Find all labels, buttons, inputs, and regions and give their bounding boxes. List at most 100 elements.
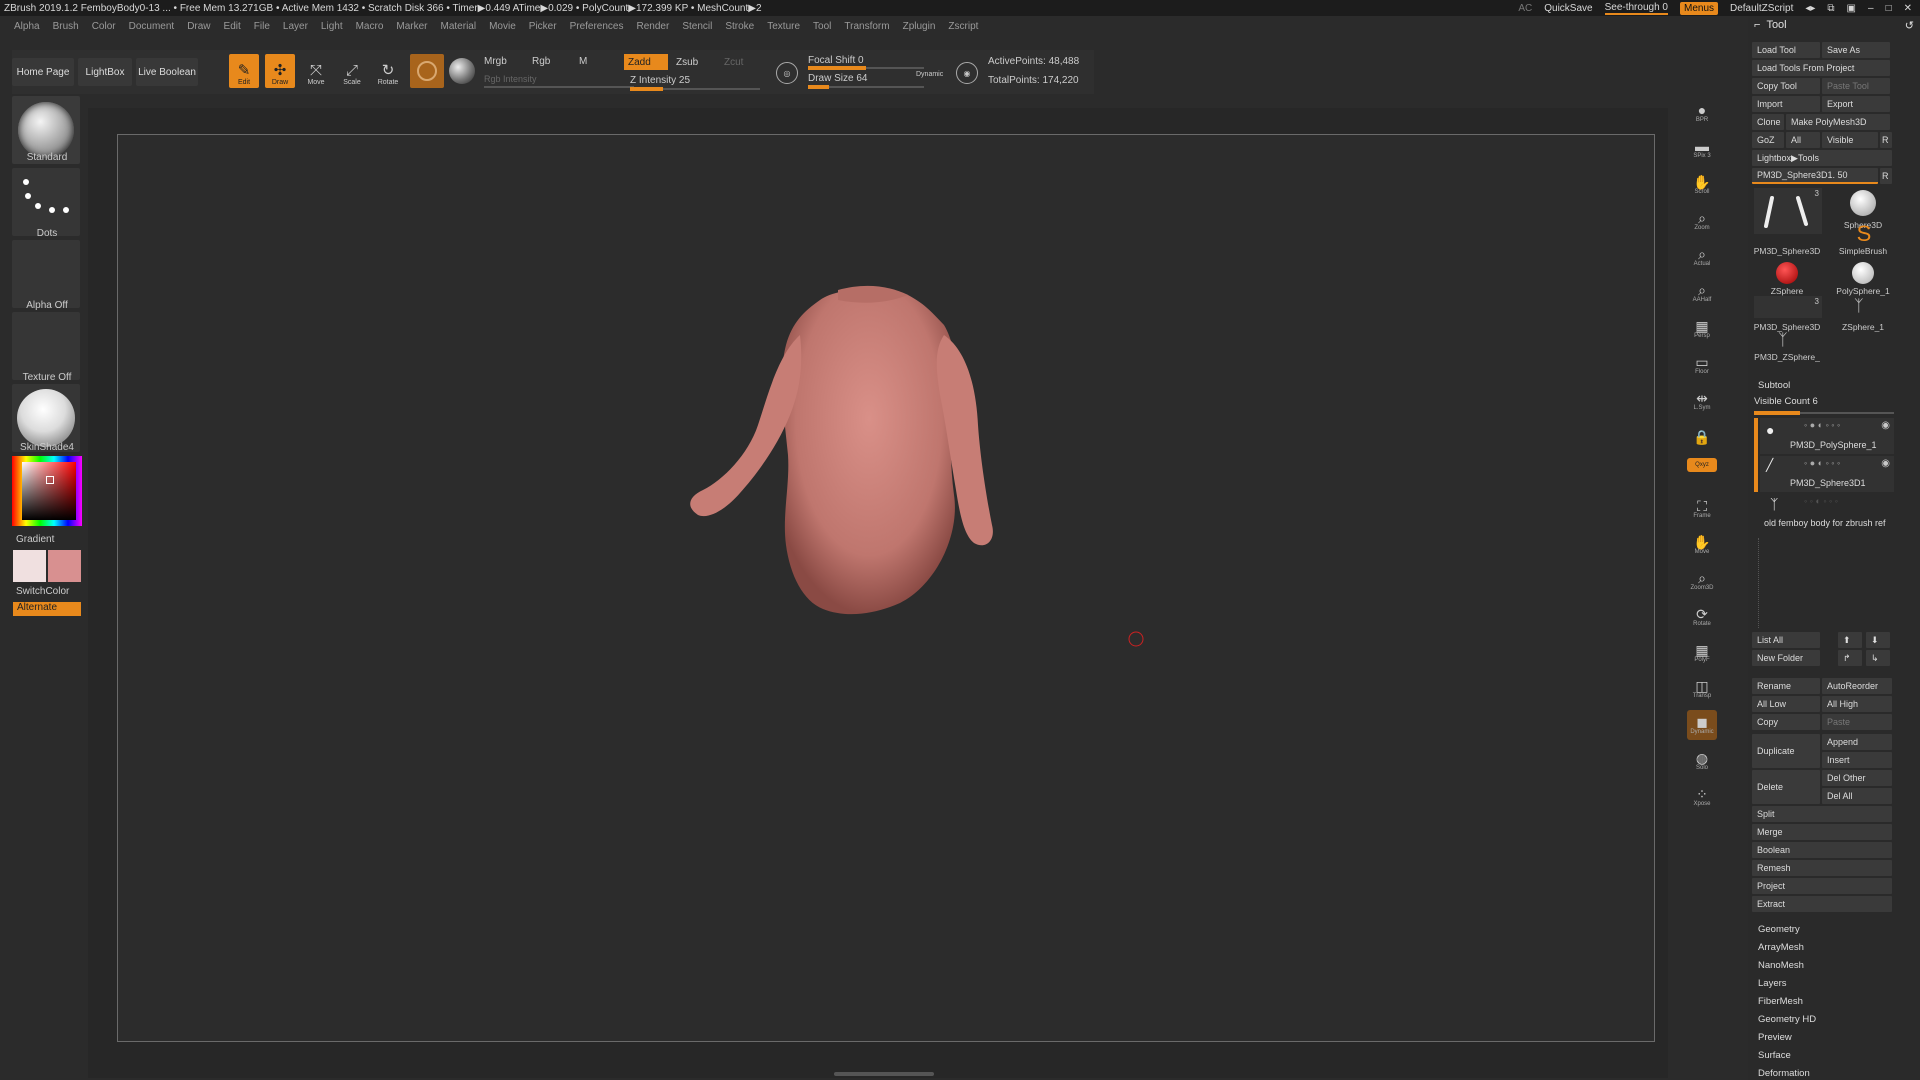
view-move-button[interactable]: ✋ Move xyxy=(1687,530,1717,560)
z-intensity-track[interactable] xyxy=(630,87,760,91)
menu-marker[interactable]: Marker xyxy=(396,21,427,32)
goz-button[interactable]: GoZ xyxy=(1752,132,1784,148)
zsphere-figure-thumb-icon[interactable]: ᛉ xyxy=(1854,298,1864,316)
menu-tool[interactable]: Tool xyxy=(813,21,831,32)
copy-tool-button[interactable]: Copy Tool xyxy=(1752,78,1820,94)
menu-zplugin[interactable]: Zplugin xyxy=(903,21,936,32)
clone-button[interactable]: Clone xyxy=(1752,114,1784,130)
view-lock-button[interactable]: 🔒 xyxy=(1687,422,1717,452)
viewport-canvas[interactable] xyxy=(117,134,1655,1042)
move-up-icon[interactable]: ⬆ xyxy=(1838,632,1862,648)
menu-alpha[interactable]: Alpha xyxy=(14,21,40,32)
zsphere-thumb-icon[interactable] xyxy=(1776,262,1798,284)
z-intensity-slider[interactable]: Z Intensity 25 xyxy=(630,75,690,86)
fibermesh-section[interactable]: FiberMesh xyxy=(1758,996,1803,1007)
alpha-selector[interactable] xyxy=(12,240,80,308)
alternate-button[interactable]: Alternate xyxy=(13,602,81,616)
subtool-toggles-icon[interactable]: ◦ ● ◐ ◦ ◦ ◦ xyxy=(1804,458,1840,468)
view-scroll-button[interactable]: ✋ Scroll xyxy=(1687,170,1717,200)
visible-count-slider[interactable]: Visible Count 6 xyxy=(1754,396,1818,407)
draw-button[interactable]: ✣ Draw xyxy=(265,54,295,88)
minimize-icon[interactable]: – xyxy=(1868,3,1874,14)
view-lsym-button[interactable]: ⇹ L.Sym xyxy=(1687,386,1717,416)
visibility-eye-icon[interactable]: ◉ xyxy=(1881,458,1890,469)
load-tools-from-project-button[interactable]: Load Tools From Project xyxy=(1752,60,1890,76)
merge-button[interactable]: Merge xyxy=(1752,824,1892,840)
canvas-horizontal-scrollbar[interactable] xyxy=(834,1072,934,1076)
del-all-button[interactable]: Del All xyxy=(1822,788,1892,804)
menu-file[interactable]: File xyxy=(254,21,270,32)
current-tool-slider[interactable]: PM3D_Sphere3D1. 50 xyxy=(1752,168,1878,184)
live-boolean-button[interactable]: Live Boolean xyxy=(136,58,198,86)
nanomesh-section[interactable]: NanoMesh xyxy=(1758,960,1804,971)
view-rotate-button[interactable]: ⟳ Rotate xyxy=(1687,602,1717,632)
layout-arrows-icon[interactable]: ◂▸ xyxy=(1805,3,1815,14)
model-render[interactable] xyxy=(118,135,1654,1041)
view-transp-button[interactable]: ◫ Transp xyxy=(1687,674,1717,704)
remesh-button[interactable]: Remesh xyxy=(1752,860,1892,876)
goz-all-button[interactable]: All xyxy=(1786,132,1820,148)
subtool-list-scrollbar[interactable] xyxy=(1758,538,1760,628)
view-aahalf-button[interactable]: ⌕ AAHalf xyxy=(1687,278,1717,308)
color-picker-square[interactable] xyxy=(22,462,76,520)
view-zoom3d-button[interactable]: ⌕ Zoom3D xyxy=(1687,566,1717,596)
layers-section[interactable]: Layers xyxy=(1758,978,1787,989)
home-page-button[interactable]: Home Page xyxy=(12,58,74,86)
m-button[interactable]: M xyxy=(579,56,587,67)
subtool-item[interactable]: ╱ ◦ ● ◐ ◦ ◦ ◦ ◉ PM3D_Sphere3D1 xyxy=(1760,456,1894,492)
menu-brush[interactable]: Brush xyxy=(53,21,79,32)
focal-shift-track[interactable] xyxy=(808,66,924,70)
export-button[interactable]: Export xyxy=(1822,96,1890,112)
texture-selector[interactable] xyxy=(12,312,80,380)
menu-draw[interactable]: Draw xyxy=(187,21,210,32)
zsub-button[interactable]: Zsub xyxy=(676,57,698,68)
subtool-item[interactable]: ᛉ ◦ ◦ ◐ ◦ ◦ ◦ old femboy body for zbrush… xyxy=(1760,494,1894,530)
lightbox-button[interactable]: LightBox xyxy=(78,58,132,86)
see-through-slider[interactable]: See-through 0 xyxy=(1604,2,1668,15)
visible-count-track[interactable] xyxy=(1754,411,1894,415)
left-arm-mesh[interactable] xyxy=(690,335,802,517)
windows-icon[interactable]: ⧉ xyxy=(1827,3,1834,14)
paste-button[interactable]: Paste xyxy=(1822,714,1892,730)
polysphere-thumb-icon[interactable] xyxy=(1852,262,1874,284)
menu-movie[interactable]: Movie xyxy=(489,21,516,32)
duplicate-button[interactable]: Duplicate xyxy=(1752,734,1820,768)
all-low-button[interactable]: All Low xyxy=(1752,696,1820,712)
view-solo-button[interactable]: ◍ Solo xyxy=(1687,746,1717,776)
load-tool-button[interactable]: Load Tool xyxy=(1752,42,1820,58)
draw-size-icon[interactable]: ◉ xyxy=(956,62,978,84)
copy-button[interactable]: Copy xyxy=(1752,714,1820,730)
move-down-icon[interactable]: ⬇ xyxy=(1866,632,1890,648)
append-button[interactable]: Append xyxy=(1822,734,1892,750)
draw-size-track[interactable] xyxy=(808,85,924,89)
geometry-hd-section[interactable]: Geometry HD xyxy=(1758,1014,1816,1025)
rgb-button[interactable]: Rgb xyxy=(532,56,550,67)
mrgb-button[interactable]: Mrgb xyxy=(484,56,507,67)
sphere3d-thumb-icon[interactable] xyxy=(1850,190,1876,216)
view-xpose-button[interactable]: ⁘ Xpose xyxy=(1687,782,1717,812)
tool-palette-undock-icon[interactable]: ↺ xyxy=(1905,19,1914,32)
view-frame-button[interactable]: ⛶ Frame xyxy=(1687,494,1717,524)
close-icon[interactable]: ✕ xyxy=(1904,3,1912,14)
lock-icon[interactable]: ▣ xyxy=(1847,3,1856,14)
default-zscript-button[interactable]: DefaultZScript xyxy=(1730,3,1793,14)
draw-size-slider[interactable]: Draw Size 64 xyxy=(808,73,867,84)
subtool-header[interactable]: Subtool xyxy=(1758,380,1790,391)
torso-mesh[interactable] xyxy=(782,288,956,615)
dynamic-toggle[interactable]: Dynamic xyxy=(916,71,943,78)
pm3d-zsphere-thumb-icon[interactable]: ᛉ xyxy=(1778,332,1788,350)
view-spix-button[interactable]: ▬ SPix 3 xyxy=(1687,134,1717,164)
menu-light[interactable]: Light xyxy=(321,21,343,32)
edit-button[interactable]: ✎ Edit xyxy=(229,54,259,88)
move-button[interactable]: ⤧ Move xyxy=(301,54,331,88)
lightbox-tools-button[interactable]: Lightbox▶Tools xyxy=(1752,150,1892,166)
project-button[interactable]: Project xyxy=(1752,878,1892,894)
menu-layer[interactable]: Layer xyxy=(283,21,308,32)
visibility-eye-icon[interactable]: ◉ xyxy=(1881,420,1890,431)
menu-macro[interactable]: Macro xyxy=(356,21,384,32)
preview-section[interactable]: Preview xyxy=(1758,1032,1792,1043)
simplebrush-thumb-icon[interactable]: S xyxy=(1852,222,1876,246)
menu-preferences[interactable]: Preferences xyxy=(570,21,624,32)
subtool-toggles-icon[interactable]: ◦ ◦ ◐ ◦ ◦ ◦ xyxy=(1804,496,1838,506)
menu-zscript[interactable]: Zscript xyxy=(948,21,978,32)
